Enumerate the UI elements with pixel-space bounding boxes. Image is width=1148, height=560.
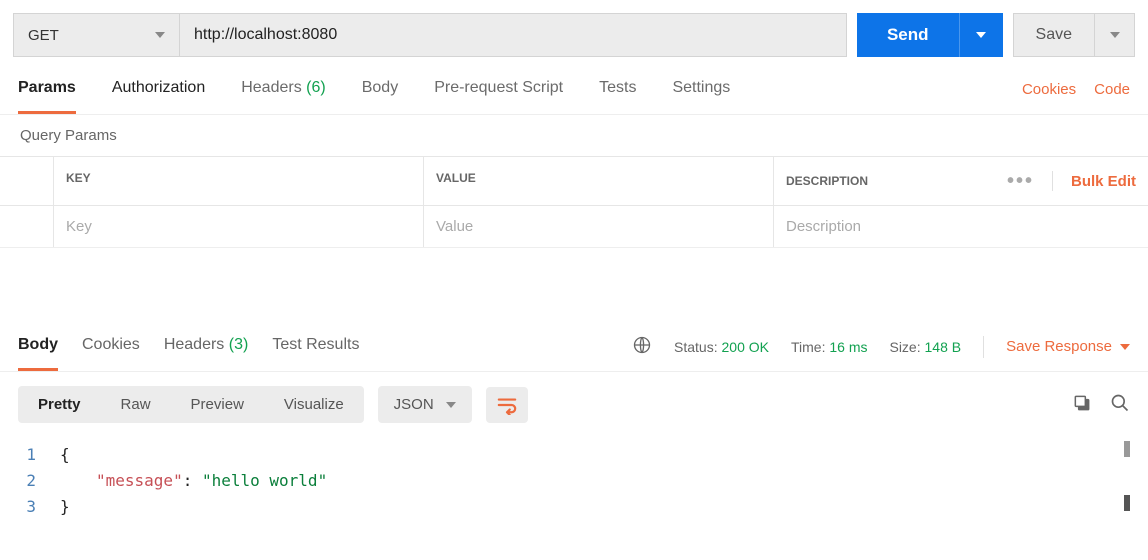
method-url-group: GET xyxy=(13,13,847,57)
send-dropdown[interactable] xyxy=(959,13,1003,57)
url-input[interactable] xyxy=(180,14,846,56)
code-link[interactable]: Code xyxy=(1094,81,1130,112)
view-visualize[interactable]: Visualize xyxy=(264,386,364,423)
col-value: VALUE xyxy=(424,157,774,205)
tab-headers[interactable]: Headers (6) xyxy=(241,79,326,114)
tab-params[interactable]: Params xyxy=(18,79,76,114)
col-key: KEY xyxy=(54,157,424,205)
resp-tab-headers-count: (3) xyxy=(229,336,249,353)
divider xyxy=(983,336,984,358)
more-icon[interactable]: ••• xyxy=(1007,171,1034,191)
time-stat: Time: 16 ms xyxy=(791,339,868,355)
line-number: 2 xyxy=(18,471,60,490)
cookies-link[interactable]: Cookies xyxy=(1022,81,1076,112)
search-icon[interactable] xyxy=(1110,393,1130,416)
send-button[interactable]: Send xyxy=(857,13,959,57)
request-links: Cookies Code xyxy=(1022,81,1130,112)
tab-headers-label: Headers xyxy=(241,79,301,96)
tab-authorization[interactable]: Authorization xyxy=(112,79,205,114)
wrap-lines-button[interactable] xyxy=(486,387,528,423)
chevron-down-icon xyxy=(155,32,165,38)
tab-headers-count: (6) xyxy=(306,79,326,96)
resp-tab-headers[interactable]: Headers (3) xyxy=(164,322,249,371)
query-params-title: Query Params xyxy=(0,115,1148,156)
col-description: DESCRIPTION xyxy=(786,174,868,188)
view-raw[interactable]: Raw xyxy=(101,386,171,423)
param-desc-input[interactable] xyxy=(786,218,1136,235)
request-tabs: Params Authorization Headers (6) Body Pr… xyxy=(18,79,730,114)
chevron-down-icon xyxy=(1120,344,1130,350)
status-stat: Status: 200 OK xyxy=(674,339,769,355)
http-method-value: GET xyxy=(28,27,59,44)
save-response-label: Save Response xyxy=(1006,338,1112,355)
save-button[interactable]: Save xyxy=(1013,13,1095,57)
chevron-down-icon xyxy=(976,32,986,38)
line-number: 3 xyxy=(18,497,60,516)
resp-tab-cookies[interactable]: Cookies xyxy=(82,322,140,371)
resp-tab-body[interactable]: Body xyxy=(18,322,58,371)
chevron-down-icon xyxy=(1110,32,1120,38)
tab-tests[interactable]: Tests xyxy=(599,79,636,114)
param-value-input[interactable] xyxy=(436,218,761,235)
params-table: KEY VALUE DESCRIPTION ••• Bulk Edit xyxy=(0,156,1148,248)
code-json-value: "hello world" xyxy=(202,471,327,490)
param-key-input[interactable] xyxy=(66,218,411,235)
view-pretty[interactable]: Pretty xyxy=(18,386,101,423)
code-json-key: "message" xyxy=(96,471,183,490)
save-dropdown[interactable] xyxy=(1095,13,1135,57)
response-tabs: Body Cookies Headers (3) Test Results xyxy=(18,322,359,371)
globe-icon[interactable] xyxy=(632,335,652,358)
line-number: 1 xyxy=(18,445,60,464)
chevron-down-icon xyxy=(446,402,456,408)
save-button-group: Save xyxy=(1013,13,1135,57)
response-body: 1 { 2 "message": "hello world" 3 } xyxy=(0,437,1148,523)
scrollbar[interactable] xyxy=(1124,441,1130,457)
tab-settings[interactable]: Settings xyxy=(672,79,730,114)
bulk-edit-link[interactable]: Bulk Edit xyxy=(1071,173,1136,190)
resp-tab-headers-label: Headers xyxy=(164,336,224,353)
tab-body[interactable]: Body xyxy=(362,79,398,114)
format-select[interactable]: JSON xyxy=(378,386,472,423)
format-value: JSON xyxy=(394,396,434,413)
save-response-button[interactable]: Save Response xyxy=(1006,338,1130,355)
copy-icon[interactable] xyxy=(1072,393,1092,416)
tab-prerequest[interactable]: Pre-request Script xyxy=(434,79,563,114)
params-row xyxy=(0,206,1148,248)
params-header: KEY VALUE DESCRIPTION ••• Bulk Edit xyxy=(0,157,1148,206)
size-stat: Size: 148 B xyxy=(889,339,961,355)
code-text: } xyxy=(60,497,70,516)
http-method-select[interactable]: GET xyxy=(14,14,180,56)
view-preview[interactable]: Preview xyxy=(171,386,264,423)
divider xyxy=(1052,171,1053,191)
body-view-tabs: Pretty Raw Preview Visualize xyxy=(18,386,364,423)
resp-tab-test-results[interactable]: Test Results xyxy=(272,322,359,371)
send-button-group: Send xyxy=(857,13,1003,57)
scrollbar[interactable] xyxy=(1124,495,1130,511)
code-text: { xyxy=(60,445,70,464)
response-status-bar: Status: 200 OK Time: 16 ms Size: 148 B S… xyxy=(632,335,1130,358)
